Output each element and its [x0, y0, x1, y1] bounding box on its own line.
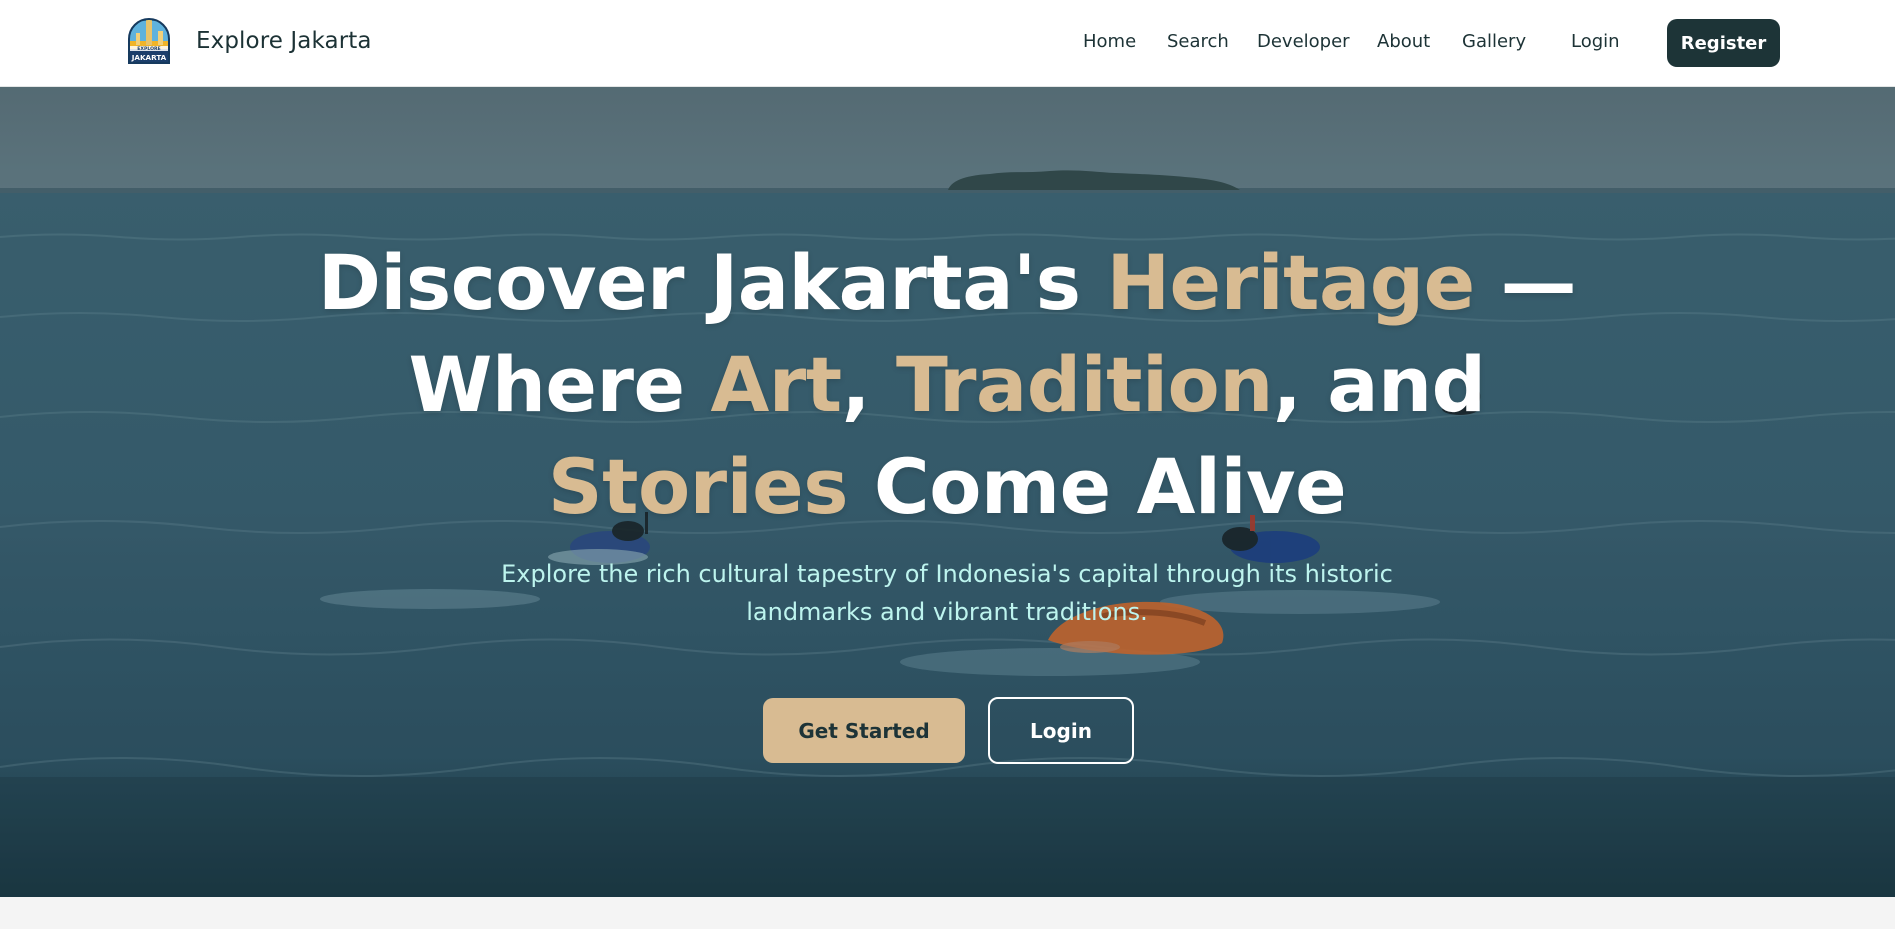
svg-text:EXPLORE: EXPLORE [137, 46, 160, 52]
nav-home-link[interactable]: Home [1083, 31, 1136, 52]
hero-subtitle: Explore the rich cultural tapestry of In… [447, 555, 1447, 631]
nav-login-link[interactable]: Login [1571, 31, 1620, 52]
headline-accent-heritage: Heritage [1106, 238, 1475, 327]
subtitle-line: Explore the rich cultural tapestry of In… [501, 560, 1393, 588]
hero-content: Discover Jakarta's Heritage — Where Art , … [0, 87, 1895, 897]
get-started-button[interactable]: Get Started [763, 698, 965, 763]
nav-about-link[interactable]: About [1377, 31, 1430, 52]
next-section [0, 897, 1895, 929]
headline-text: Where [408, 340, 711, 429]
nav-developer-link[interactable]: Developer [1257, 31, 1350, 52]
nav-search-link[interactable]: Search [1167, 31, 1229, 52]
nav-gallery-link[interactable]: Gallery [1462, 31, 1526, 52]
hero-login-button[interactable]: Login [988, 697, 1134, 764]
headline-text: , [841, 340, 896, 429]
register-button[interactable]: Register [1667, 19, 1780, 67]
headline-text: Come Alive [847, 442, 1347, 531]
headline-text: — [1474, 238, 1577, 327]
headline-text: Discover Jakarta's [317, 238, 1107, 327]
hero-headline: Discover Jakarta's Heritage — Where Art , … [297, 232, 1597, 538]
headline-accent-art: Art [710, 340, 842, 429]
headline-text: , and [1272, 340, 1486, 429]
headline-accent-tradition: Tradition [895, 340, 1273, 429]
navbar: EXPLORE JAKARTA Explore Jakarta Home Sea… [0, 0, 1895, 87]
headline-accent-stories: Stories [547, 442, 849, 531]
brand-name: Explore Jakarta [196, 28, 372, 54]
hero-section: Discover Jakarta's Heritage — Where Art , … [0, 87, 1895, 897]
svg-text:JAKARTA: JAKARTA [131, 53, 167, 62]
explore-jakarta-logo-icon: EXPLORE JAKARTA [127, 18, 171, 64]
brand-link[interactable]: EXPLORE JAKARTA Explore Jakarta [126, 15, 372, 67]
subtitle-line: landmarks and vibrant traditions. [746, 598, 1148, 626]
